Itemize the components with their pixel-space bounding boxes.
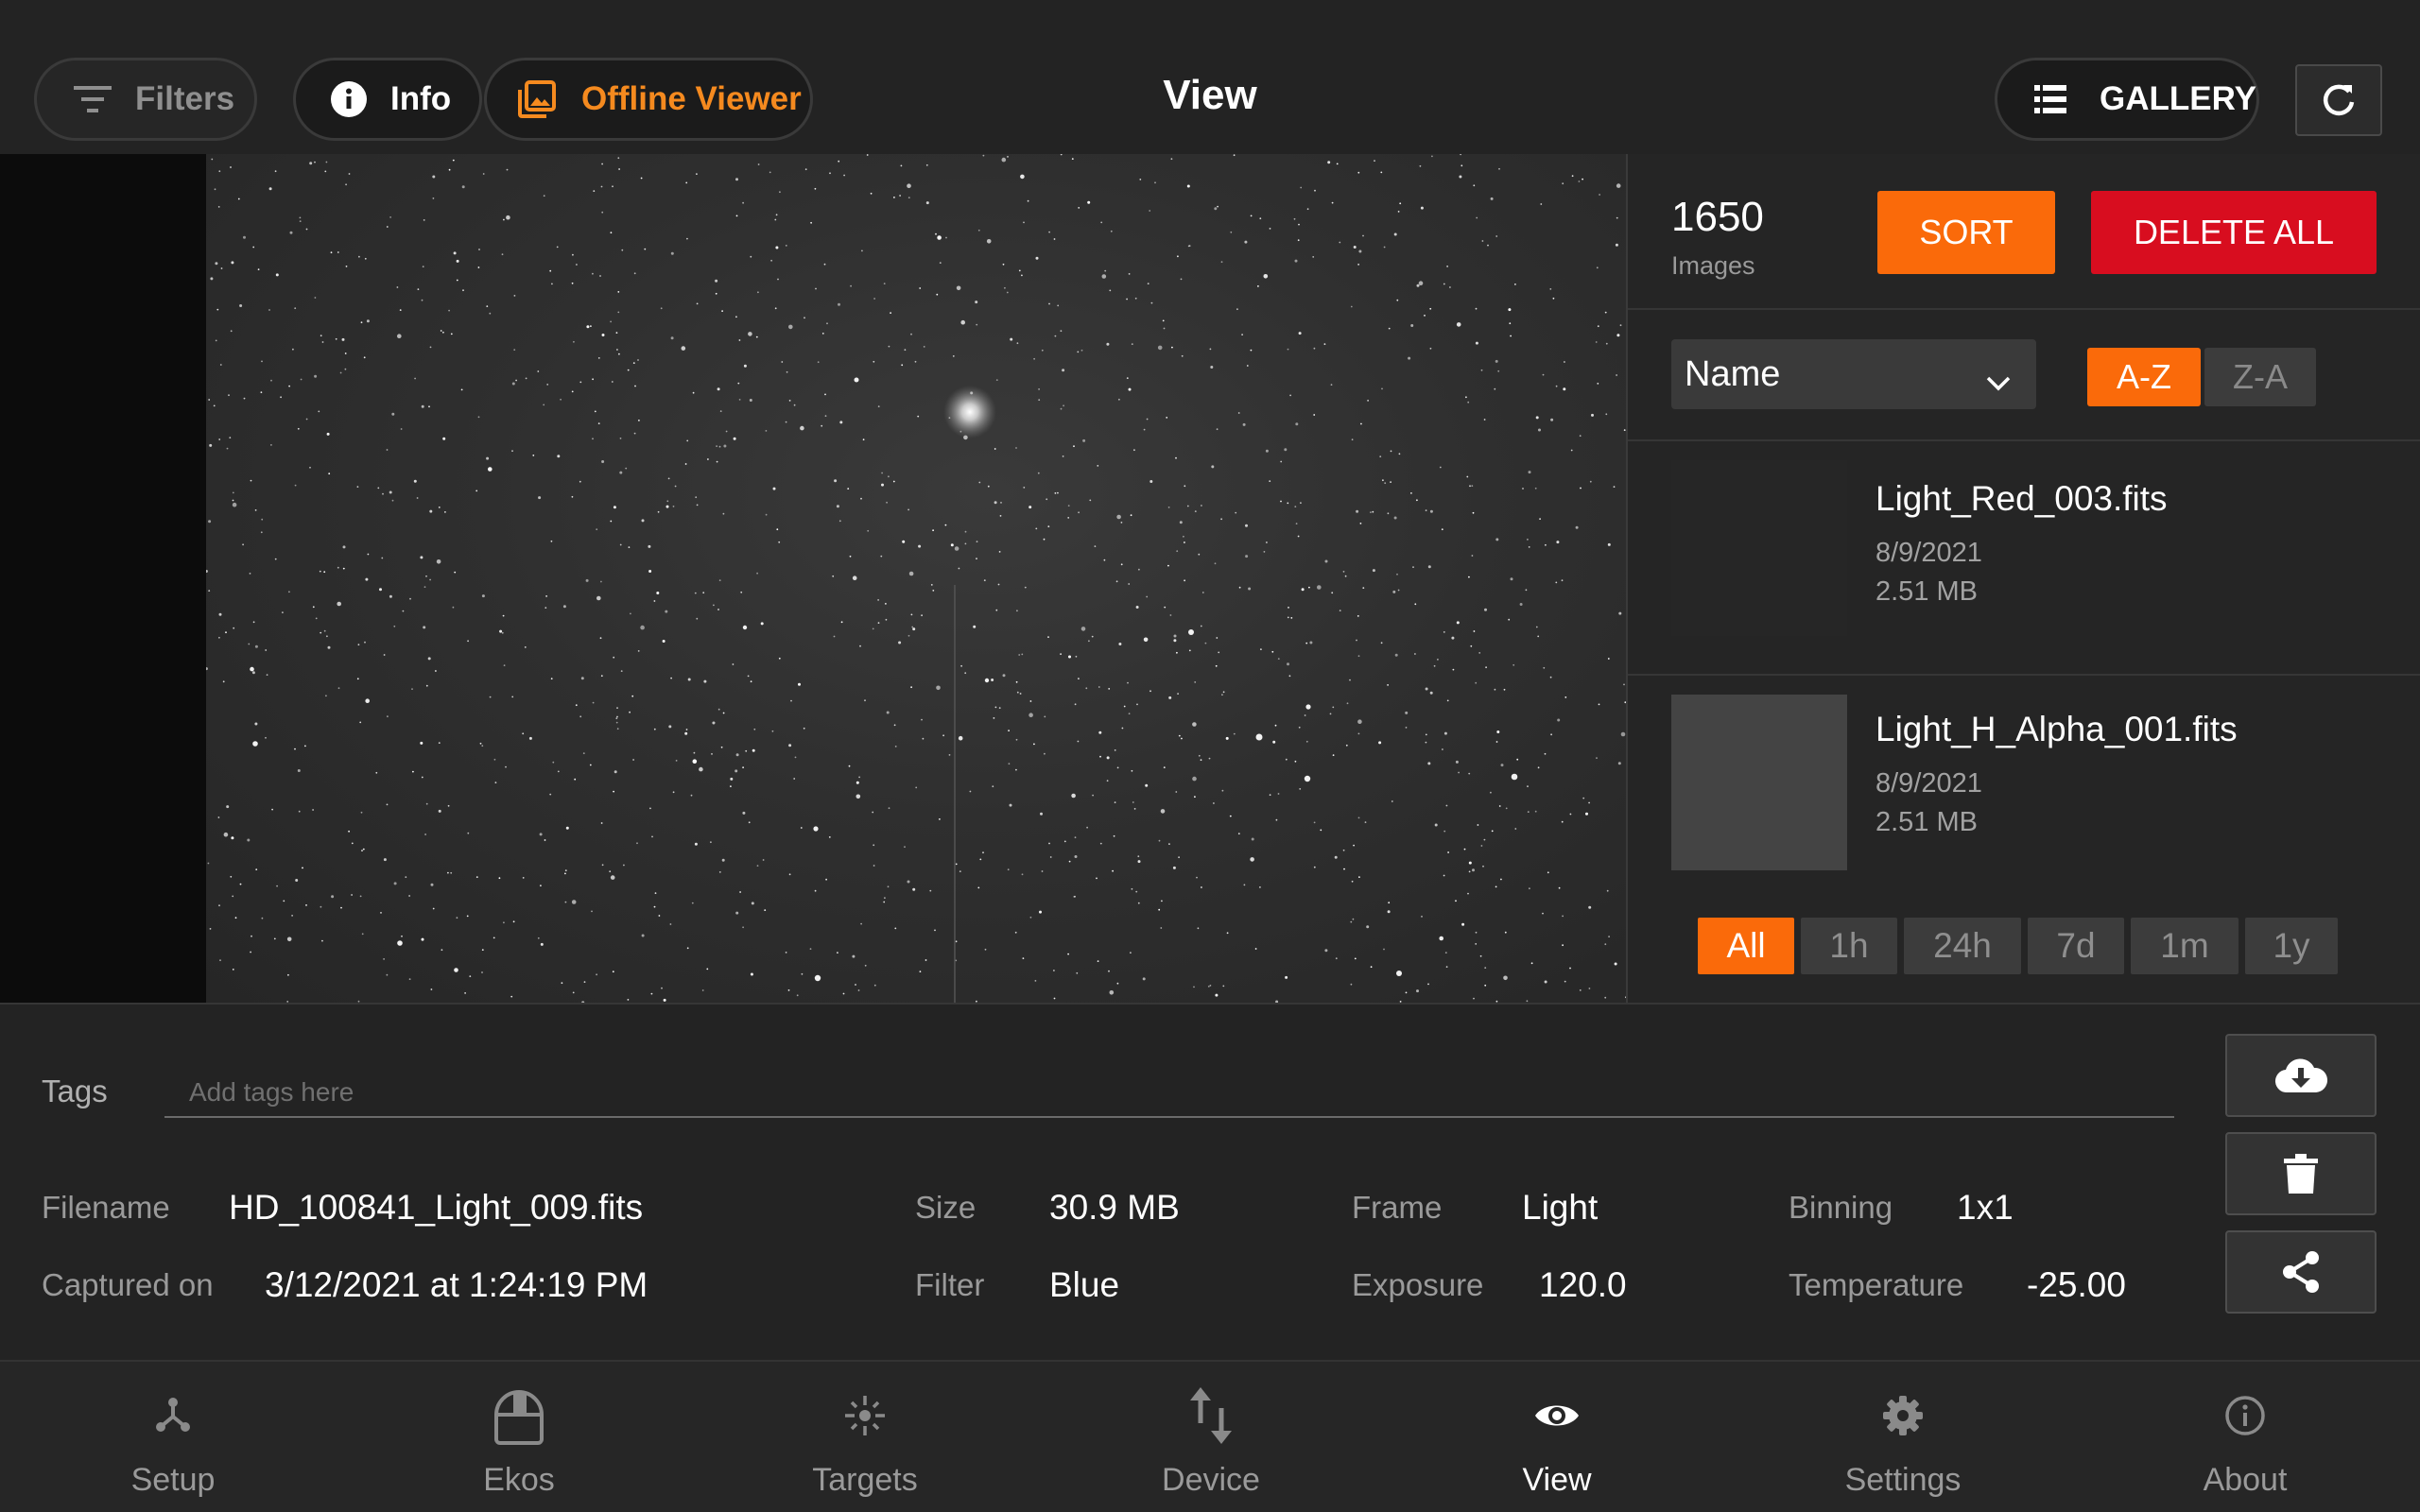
nav-label: Device bbox=[1162, 1462, 1260, 1498]
captured-value: 3/12/2021 at 1:24:19 PM bbox=[265, 1265, 648, 1304]
delete-button[interactable] bbox=[2225, 1132, 2377, 1215]
time-filter-all[interactable]: All bbox=[1698, 918, 1794, 974]
nav-item-settings[interactable]: Settings bbox=[1730, 1362, 2076, 1512]
viewer-margin bbox=[0, 154, 206, 1003]
file-size: 2.51 MB bbox=[1876, 807, 1978, 837]
sort-ascending-button[interactable]: A-Z bbox=[2087, 348, 2201, 406]
info-icon bbox=[328, 80, 370, 118]
file-size: 2.51 MB bbox=[1876, 576, 1978, 607]
filter-value: Blue bbox=[1049, 1265, 1120, 1304]
file-date: 8/9/2021 bbox=[1876, 538, 1982, 568]
about-icon bbox=[2072, 1386, 2418, 1445]
time-filter-7d[interactable]: 7d bbox=[2028, 918, 2124, 974]
gallery-button[interactable]: GALLERY bbox=[1995, 58, 2259, 141]
ekos-icon bbox=[346, 1386, 692, 1445]
nav-item-view[interactable]: View bbox=[1384, 1362, 1730, 1512]
divider bbox=[1628, 308, 2420, 310]
nav-label: Settings bbox=[1844, 1462, 1962, 1498]
star-field-image bbox=[206, 154, 1626, 1003]
photo-library-icon bbox=[515, 80, 559, 118]
top-bar: Filters Info Offline Viewer View GALLERY bbox=[0, 0, 2420, 154]
app-root: Filters Info Offline Viewer View GALLERY bbox=[0, 0, 2420, 1512]
image-viewer[interactable] bbox=[206, 154, 1626, 1003]
nav-label: Targets bbox=[812, 1462, 918, 1498]
nav-label: Ekos bbox=[483, 1462, 555, 1498]
cloud-download-icon bbox=[2274, 1057, 2327, 1094]
image-count: 1650 bbox=[1671, 194, 1764, 240]
download-button[interactable] bbox=[2225, 1034, 2377, 1117]
file-thumbnail bbox=[1671, 460, 1847, 636]
temperature-value: -25.00 bbox=[2027, 1265, 2126, 1304]
filename-value: HD_100841_Light_009.fits bbox=[229, 1188, 644, 1227]
time-filter-1m[interactable]: 1m bbox=[2131, 918, 2238, 974]
nav-item-setup[interactable]: Setup bbox=[0, 1362, 346, 1512]
frame-label: Frame bbox=[1352, 1190, 1443, 1225]
refresh-button[interactable] bbox=[2295, 64, 2382, 136]
info-label: Info bbox=[390, 80, 452, 117]
nav-item-ekos[interactable]: Ekos bbox=[346, 1362, 692, 1512]
device-icon bbox=[1038, 1386, 1384, 1445]
temperature-label: Temperature bbox=[1789, 1267, 1964, 1302]
filters-label: Filters bbox=[135, 80, 235, 117]
image-details: Tags Filename HD_100841_Light_009.fits C… bbox=[0, 1003, 2420, 1360]
sort-field-value: Name bbox=[1685, 353, 1781, 394]
filename-label: Filename bbox=[42, 1190, 170, 1225]
filter-icon bbox=[69, 86, 116, 112]
time-filter-1y[interactable]: 1y bbox=[2245, 918, 2338, 974]
trash-icon bbox=[2284, 1154, 2318, 1194]
page-title: View bbox=[1163, 72, 1257, 118]
nav-item-about[interactable]: About bbox=[2072, 1362, 2418, 1512]
time-filter-1h[interactable]: 1h bbox=[1801, 918, 1897, 974]
share-button[interactable] bbox=[2225, 1230, 2377, 1314]
chevron-down-icon bbox=[1985, 362, 2012, 403]
targets-icon bbox=[692, 1386, 1038, 1445]
gallery-panel: 1650 Images SORT DELETE ALL Name A-Z Z-A… bbox=[1626, 154, 2420, 1003]
nav-label: Setup bbox=[130, 1462, 216, 1498]
eye-icon bbox=[1384, 1386, 1730, 1445]
setup-icon bbox=[0, 1386, 346, 1445]
sort-button[interactable]: SORT bbox=[1877, 191, 2055, 274]
exposure-label: Exposure bbox=[1352, 1267, 1484, 1302]
sort-descending-button[interactable]: Z-A bbox=[2204, 348, 2316, 406]
time-filter-24h[interactable]: 24h bbox=[1904, 918, 2021, 974]
time-filter-bar: All 1h 24h 7d 1m 1y bbox=[1698, 918, 2338, 974]
size-label: Size bbox=[915, 1190, 977, 1225]
file-name: Light_Red_003.fits bbox=[1876, 479, 2168, 518]
share-icon bbox=[2280, 1250, 2322, 1294]
file-list-item[interactable]: Light_H_Alpha_001.fits 8/9/2021 2.51 MB bbox=[1628, 676, 2420, 907]
nav-label: About bbox=[2203, 1462, 2288, 1498]
captured-label: Captured on bbox=[42, 1267, 214, 1302]
list-icon bbox=[2031, 85, 2069, 113]
exposure-value: 120.0 bbox=[1539, 1265, 1627, 1304]
gear-icon bbox=[1730, 1386, 2076, 1445]
image-count-label: Images bbox=[1671, 251, 1755, 280]
bottom-navigation: Setup Ekos Targets Device View Settings … bbox=[0, 1360, 2420, 1512]
nav-label: View bbox=[1522, 1462, 1592, 1498]
file-thumbnail bbox=[1671, 695, 1847, 870]
nav-item-device[interactable]: Device bbox=[1038, 1362, 1384, 1512]
sort-field-select[interactable]: Name bbox=[1671, 339, 2036, 409]
filters-button[interactable]: Filters bbox=[34, 58, 257, 141]
frame-value: Light bbox=[1522, 1188, 1599, 1227]
tags-input[interactable] bbox=[164, 1069, 2174, 1118]
file-date: 8/9/2021 bbox=[1876, 768, 1982, 799]
gallery-label: GALLERY bbox=[2100, 80, 2256, 117]
offline-viewer-button[interactable]: Offline Viewer bbox=[484, 58, 813, 141]
filter-label: Filter bbox=[915, 1267, 985, 1302]
file-list-item[interactable]: Light_Red_003.fits 8/9/2021 2.51 MB bbox=[1628, 441, 2420, 673]
nav-item-targets[interactable]: Targets bbox=[692, 1362, 1038, 1512]
tags-label: Tags bbox=[42, 1074, 108, 1108]
refresh-icon bbox=[2320, 81, 2358, 119]
size-value: 30.9 MB bbox=[1049, 1188, 1180, 1227]
binning-value: 1x1 bbox=[1957, 1188, 2014, 1227]
file-name: Light_H_Alpha_001.fits bbox=[1876, 710, 2238, 748]
offline-viewer-label: Offline Viewer bbox=[581, 80, 802, 117]
binning-label: Binning bbox=[1789, 1190, 1893, 1225]
info-button[interactable]: Info bbox=[293, 58, 482, 141]
delete-all-button[interactable]: DELETE ALL bbox=[2091, 191, 2377, 274]
